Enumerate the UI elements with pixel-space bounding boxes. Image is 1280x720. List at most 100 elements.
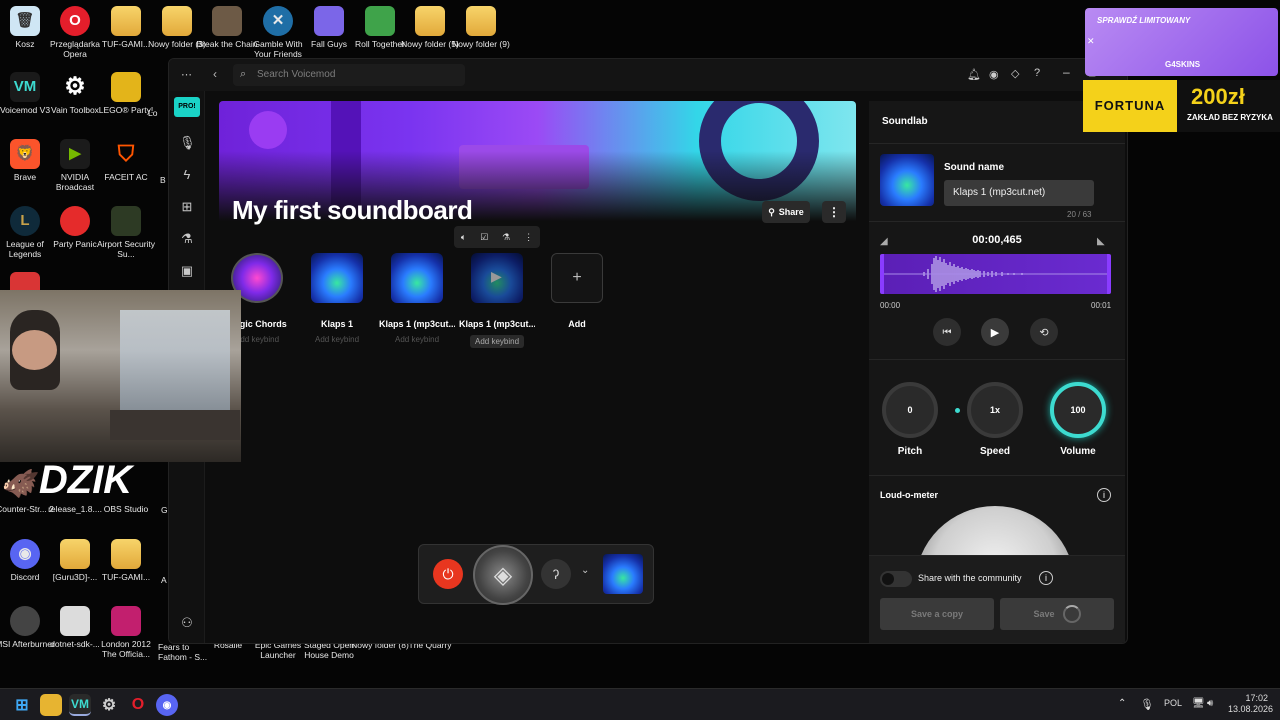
desktop-icon-london[interactable]: London 2012 The Officia...	[93, 602, 159, 659]
more-menu-icon[interactable]: ⋯	[181, 68, 192, 81]
share-label: Share	[778, 207, 804, 217]
hear-myself-button[interactable]: ʔ	[541, 559, 571, 589]
sound-name-field[interactable]: Klaps 1 (mp3cut.net)	[944, 180, 1094, 206]
sound-tile[interactable]: Klaps 1 Add keybind	[299, 253, 375, 344]
file-explorer-icon[interactable]	[40, 694, 62, 716]
sound-tile[interactable]: Klaps 1 (mp3cut... Add keybind	[379, 253, 455, 344]
waveform-graphic	[884, 256, 1107, 292]
clock-date: 13.08.2026	[1228, 704, 1274, 714]
effects-section: 0 Pitch 1x Speed 100 Volume	[869, 359, 1125, 475]
minimize-icon[interactable]: –	[1063, 65, 1070, 79]
save-copy-button[interactable]: Save a copy	[880, 598, 994, 630]
info-icon[interactable]: i	[1097, 488, 1111, 502]
g4skins-ad[interactable]: SPRAWDŹ LIMITOWANY G4SKINS ✕	[1085, 8, 1278, 76]
skip-back-button[interactable]: ⏮	[933, 318, 961, 346]
volume-knob[interactable]: 100	[1050, 382, 1106, 438]
discord-icon: ◉	[10, 539, 40, 569]
play-button[interactable]: ▶	[981, 318, 1009, 346]
add-keybind[interactable]: Add keybind	[469, 335, 525, 348]
time-start: 00:00	[880, 301, 901, 310]
speaker-icon[interactable]: 🔊︎	[1207, 698, 1213, 709]
sound-thumbnail	[391, 253, 443, 303]
add-keybind[interactable]: Add keybind	[299, 335, 375, 344]
pro-badge[interactable]: PRO!	[174, 97, 200, 117]
lightning-icon[interactable]: ϟ	[179, 167, 195, 183]
loudometer-label: Loud-o-meter	[880, 490, 938, 500]
save-button[interactable]: Save	[1000, 598, 1114, 630]
loudometer-gauge	[915, 506, 1075, 555]
desktop-icon-airport[interactable]: Airport Security Su...	[93, 202, 159, 259]
search-icon: ⌕	[240, 68, 247, 80]
trim-end-icon[interactable]: ◣	[1097, 236, 1105, 247]
sound-image[interactable]	[880, 154, 934, 206]
microphone-icon[interactable]: 🎙︎	[1140, 698, 1154, 711]
pitch-value: 0	[907, 405, 913, 415]
clock[interactable]: 17:02 13.08.2026	[1228, 693, 1274, 715]
search-input[interactable]: ⌕ Search Voicemod	[233, 64, 465, 86]
network-icon[interactable]: 🖥︎	[1192, 698, 1205, 709]
sound-name: Klaps 1	[320, 319, 353, 329]
chevron-up-icon[interactable]: ⌃	[1118, 698, 1126, 709]
diamond-voice-icon[interactable]: ◈	[473, 545, 533, 605]
sound-tile-selected[interactable]: ▶ Klaps 1 (mp3cut... Add keybind	[459, 253, 535, 349]
soundlab-panel: Soundlab Sound name Klaps 1 (mp3cut.net)…	[869, 101, 1125, 643]
plus-icon: +	[551, 253, 603, 303]
folder-icon	[415, 6, 445, 36]
microphone-icon[interactable]: 🎙︎	[179, 135, 196, 151]
waveform[interactable]	[880, 254, 1111, 294]
discord-icon[interactable]: ◉	[156, 694, 178, 716]
power-button[interactable]: ⏻	[433, 559, 463, 589]
dzik-brand: DZIK	[38, 458, 133, 502]
chevron-down-icon[interactable]: ⌄	[581, 565, 589, 576]
help-icon[interactable]: ?	[1034, 67, 1040, 79]
volume-label: Volume	[1060, 446, 1096, 457]
speed-knob[interactable]: 1x	[967, 382, 1023, 438]
add-sound-tile[interactable]: + Add	[539, 253, 615, 329]
windows-start-icon[interactable]: ⊞	[11, 694, 33, 716]
nvidia-icon: ▶	[60, 139, 90, 169]
tag-icon[interactable]: ◇	[1011, 67, 1019, 80]
share-community-toggle[interactable]	[880, 571, 912, 587]
play-icon[interactable]: ▶	[491, 268, 502, 285]
share-button[interactable]: ⚲ Share	[762, 201, 810, 223]
fortuna-ad[interactable]: FORTUNA 200zł ZAKŁAD BEZ RYZYKA	[1083, 80, 1280, 132]
folder-icon	[111, 539, 141, 569]
steam-icon[interactable]: ⚙	[98, 694, 120, 716]
profile-icon[interactable]: ⚇	[179, 615, 195, 631]
more-icon[interactable]: ⋮	[524, 232, 533, 243]
current-time: 00:00,465	[972, 234, 1022, 246]
desktop-icon-folder9[interactable]: Nowy folder (9)	[448, 2, 514, 49]
waveform-section: ◢ 00:00,465 ◣ 00:00 00:01 ⏮ ▶ ⟲	[869, 221, 1125, 359]
info-icon[interactable]: i	[1039, 571, 1053, 585]
knob-indicator-dot	[955, 408, 960, 413]
flask-icon[interactable]: ⚗	[179, 231, 195, 247]
desktop-icon-tuf2[interactable]: TUF-GAMI...	[93, 535, 159, 582]
pitch-knob[interactable]: 0	[882, 382, 938, 438]
language-indicator[interactable]: POL	[1164, 698, 1182, 708]
store-icon[interactable]: ▣	[179, 263, 195, 279]
desktop-icon-faceit[interactable]: ⛉ FACEIT AC	[93, 135, 159, 183]
voice-control-bar: ⏻ ◈ ʔ ⌄	[418, 544, 654, 605]
flask-icon[interactable]: ⚗	[502, 232, 510, 243]
bell-icon[interactable]: 🔔︎	[967, 68, 981, 81]
add-sound-label: Add	[568, 319, 586, 329]
save-label: Save	[1033, 609, 1055, 619]
desktop-icon-obs[interactable]: OBS Studio	[93, 502, 159, 514]
afterburner-icon	[10, 606, 40, 636]
add-keybind[interactable]: Add keybind	[379, 335, 455, 344]
discord-icon[interactable]: ◉	[989, 68, 999, 81]
options-button[interactable]: ⋮	[822, 201, 846, 223]
checkbox-icon[interactable]: ☑	[480, 232, 488, 243]
loop-button[interactable]: ⟲	[1030, 318, 1058, 346]
league-icon: L	[10, 206, 40, 236]
speaker-icon[interactable]: 🔈︎	[461, 232, 466, 243]
opera-icon[interactable]: O	[127, 694, 149, 716]
voicemod-taskbar-icon[interactable]: VM	[69, 694, 91, 716]
share-icon: ⚲	[768, 206, 775, 217]
desktop-icon-label: Nowy folder (9)	[452, 39, 510, 49]
back-arrow-icon[interactable]: ‹	[213, 67, 217, 81]
close-ad-icon[interactable]: ✕	[1087, 36, 1095, 47]
grid-plus-icon[interactable]: ⊞	[179, 199, 195, 215]
ad-headline: SPRAWDŹ LIMITOWANY	[1097, 16, 1191, 25]
current-sound-thumbnail[interactable]	[603, 554, 643, 594]
